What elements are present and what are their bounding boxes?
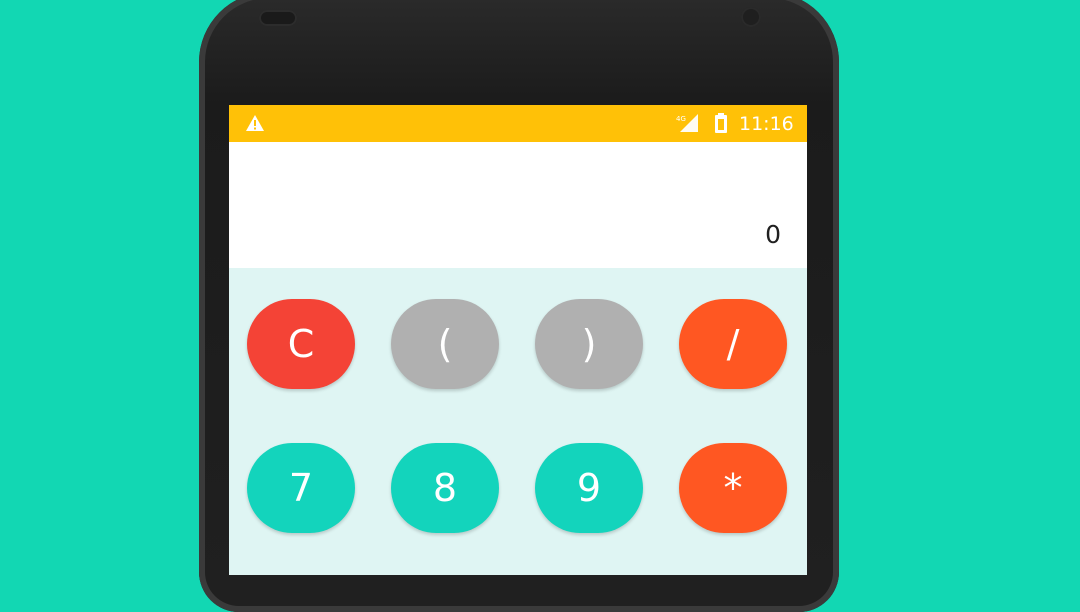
display-value: 0 xyxy=(765,220,781,249)
digit-9-button[interactable]: 9 xyxy=(535,443,643,533)
signal-4g-icon: 4G xyxy=(676,114,698,132)
open-paren-button[interactable]: ( xyxy=(391,299,499,389)
phone-screen: 4G 11:16 0 C ( ) / 7 8 9 * xyxy=(229,105,807,575)
battery-icon xyxy=(715,113,727,133)
clear-button[interactable]: C xyxy=(247,299,355,389)
status-bar: 4G 11:16 xyxy=(229,105,807,142)
digit-7-button[interactable]: 7 xyxy=(247,443,355,533)
keypad: C ( ) / 7 8 9 * xyxy=(229,268,807,575)
warning-icon xyxy=(246,115,264,131)
status-time: 11:16 xyxy=(739,113,794,135)
close-paren-button[interactable]: ) xyxy=(535,299,643,389)
multiply-button[interactable]: * xyxy=(679,443,787,533)
digit-8-button[interactable]: 8 xyxy=(391,443,499,533)
svg-text:4G: 4G xyxy=(676,115,686,123)
divide-button[interactable]: / xyxy=(679,299,787,389)
speaker-grille xyxy=(259,10,297,26)
front-camera xyxy=(741,7,761,27)
calculator-display: 0 xyxy=(229,142,807,268)
